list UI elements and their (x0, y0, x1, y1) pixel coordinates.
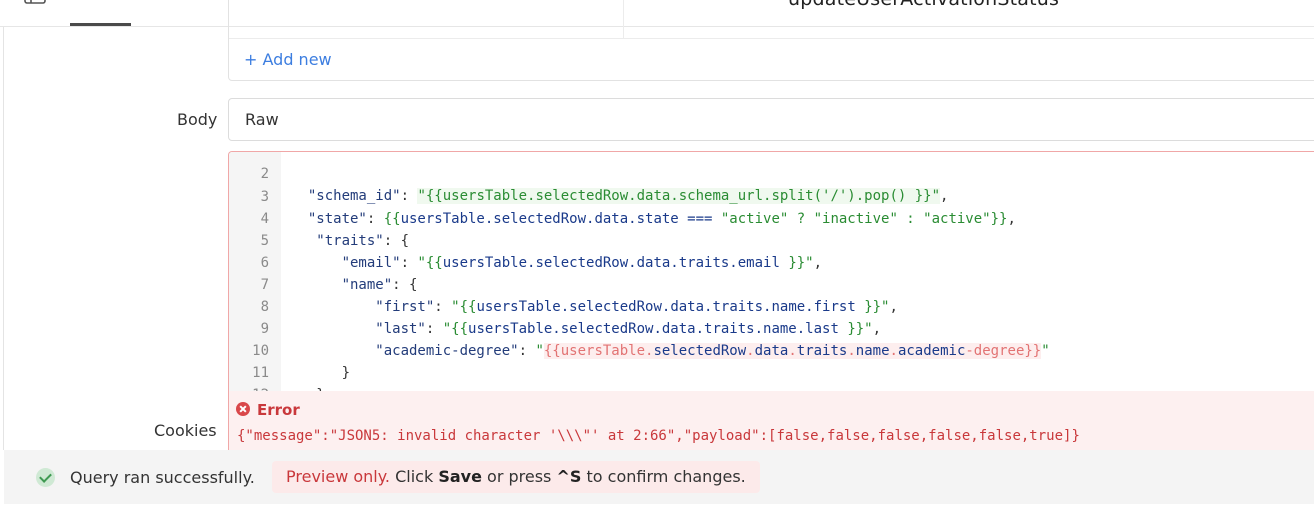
code-line: 10 } (229, 318, 1314, 381)
preview-confirm-text: to confirm changes. (586, 467, 746, 486)
error-panel: Error {"message":"JSON5: invalid charact… (228, 391, 1314, 451)
code-line: 5 "email": "{{usersTable.selectedRow.dat… (229, 208, 1314, 271)
preview-save-text: Save (438, 467, 482, 486)
code-line: 4 "traits": { (229, 186, 1314, 249)
tab-icon[interactable] (176, 0, 184, 2)
body-label: Body (177, 110, 218, 129)
code-line: 3 "state": {{usersTable.selectedRow.data… (229, 164, 1314, 227)
active-tab-indicator (70, 23, 131, 26)
error-close-circle-icon (236, 402, 250, 416)
code-line: 11 } (229, 340, 1314, 391)
preview-shortcut-text: ^S (556, 467, 582, 486)
code-line: 12 } (229, 362, 1314, 391)
panel-toggle-icon[interactable] (24, 0, 46, 4)
add-new-header-button[interactable]: + Add new (244, 50, 332, 69)
preview-click-text: Click (395, 467, 434, 486)
code-line: 7 "first": "{{usersTable.selectedRow.dat… (229, 252, 1314, 315)
left-panel-border (3, 0, 4, 450)
preview-warning: Preview only. (286, 467, 391, 486)
headers-column-divider (623, 0, 624, 39)
preview-or-press-text: or press (487, 467, 552, 486)
line-number: 12 (229, 384, 269, 391)
body-mode-value: Raw (245, 110, 279, 129)
query-editor-page: updateUserActivationStatus + Add new Bod… (0, 0, 1314, 524)
success-check-icon (36, 468, 55, 487)
error-title: Error (257, 401, 300, 419)
headers-table (228, 0, 1314, 81)
code-line: 2 "schema_id": "{{usersTable.selectedRow… (229, 152, 1314, 204)
query-status-bar: Query ran successfully. Preview only. Cl… (4, 450, 1314, 504)
query-status-text: Query ran successfully. (70, 468, 255, 487)
code-line: 6 "name": { (229, 230, 1314, 293)
code-text: } (291, 384, 324, 391)
code-line: 8 "last": "{{usersTable.selectedRow.data… (229, 274, 1314, 337)
code-line: 9 "academic-degree": "{{usersTable.selec… (229, 296, 1314, 359)
body-code-editor[interactable]: 2 "schema_id": "{{usersTable.selectedRow… (228, 151, 1314, 391)
error-message: {"message":"JSON5: invalid character '\\… (237, 428, 1080, 444)
body-mode-select[interactable]: Raw (228, 98, 1314, 141)
cookies-label: Cookies (154, 421, 217, 440)
headers-row-divider (229, 38, 1314, 39)
preview-only-banner: Preview only. Click Save or press ^S to … (272, 461, 760, 493)
